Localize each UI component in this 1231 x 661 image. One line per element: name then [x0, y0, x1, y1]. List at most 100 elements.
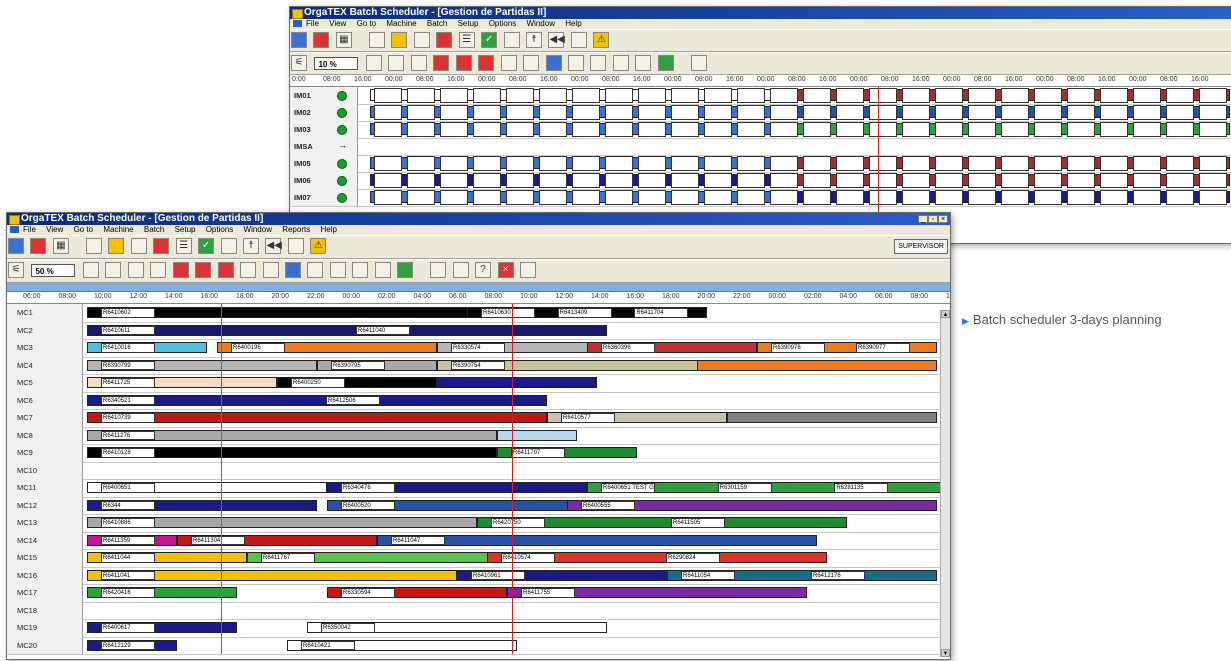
batch-item[interactable]: R6411707 [511, 448, 565, 458]
batch-item[interactable] [506, 105, 534, 120]
batch-item[interactable] [737, 105, 765, 120]
batch-item[interactable] [1166, 88, 1194, 103]
batch-item[interactable] [638, 156, 666, 171]
batch-item[interactable] [902, 122, 930, 137]
batch-item[interactable] [836, 156, 864, 171]
batch-item[interactable] [1100, 88, 1128, 103]
batch-item[interactable] [671, 88, 699, 103]
batch-item[interactable] [1133, 173, 1161, 188]
menu-machine[interactable]: Machine [103, 225, 133, 234]
batch-item[interactable] [1001, 156, 1029, 171]
batch-item[interactable] [968, 122, 996, 137]
batch-item[interactable] [1166, 156, 1194, 171]
batch-item[interactable] [968, 190, 996, 205]
batch-item[interactable] [1067, 156, 1095, 171]
batch-item[interactable]: R6390754 [451, 360, 505, 370]
batch-item[interactable] [1100, 122, 1128, 137]
batch-item[interactable] [374, 190, 402, 205]
batch-item[interactable]: R6411755 [521, 588, 575, 598]
batch-item[interactable] [1100, 105, 1128, 120]
batch-item[interactable] [407, 88, 435, 103]
batch-bar[interactable] [87, 324, 607, 336]
batch-item[interactable] [803, 173, 831, 188]
batch-item[interactable] [968, 88, 996, 103]
batch-item[interactable] [605, 156, 633, 171]
batch-item[interactable]: R6290824 [666, 553, 720, 563]
batch-item[interactable]: R6410630 [481, 308, 535, 318]
batch-item[interactable] [440, 88, 468, 103]
graph-icon[interactable] [217, 262, 234, 278]
batch-item[interactable] [506, 156, 534, 171]
menu-goto[interactable]: Go to [74, 225, 94, 234]
batch-item[interactable] [770, 88, 798, 103]
batch-item[interactable] [935, 156, 963, 171]
menu-options[interactable]: Options [206, 225, 234, 234]
check-icon[interactable]: ✓ [481, 32, 498, 48]
batch-item[interactable] [803, 105, 831, 120]
equals-icon[interactable] [452, 262, 469, 278]
batch-item[interactable] [638, 173, 666, 188]
batch-bar[interactable] [727, 412, 937, 423]
batch-item[interactable] [1133, 156, 1161, 171]
layout-icon[interactable] [590, 55, 607, 71]
batch-item[interactable]: R6400651 TEST GERARD [601, 483, 655, 493]
person-icon[interactable]: ☨ [242, 238, 259, 254]
batch-item[interactable] [1001, 190, 1029, 205]
batch-item[interactable] [836, 173, 864, 188]
batch-item[interactable] [935, 105, 963, 120]
batch-item[interactable]: R6281135 [834, 483, 889, 493]
batch-item[interactable] [506, 173, 534, 188]
move-icon[interactable] [433, 55, 450, 71]
scroll-up-icon[interactable]: ▲ [941, 310, 950, 318]
batch-item[interactable]: R6410611 [101, 325, 155, 335]
graph-icon[interactable] [478, 55, 495, 71]
batch-item[interactable] [407, 156, 435, 171]
batch-item[interactable] [440, 122, 468, 137]
close-button[interactable]: × [938, 215, 948, 223]
batch-item[interactable] [572, 105, 600, 120]
batch-item[interactable]: R6410016 [101, 343, 155, 353]
batch-item[interactable] [638, 190, 666, 205]
find-icon[interactable] [570, 32, 587, 48]
batch-item[interactable] [638, 122, 666, 137]
batch-item[interactable] [1100, 190, 1128, 205]
scroll-down-icon[interactable]: ▼ [941, 649, 950, 657]
binoculars-icon[interactable] [523, 55, 540, 71]
batch-item[interactable]: R6410421 [301, 640, 355, 650]
batch-item[interactable] [440, 190, 468, 205]
batch-item[interactable] [902, 156, 930, 171]
batch-item[interactable] [737, 122, 765, 137]
batch-item[interactable]: R6390976 [771, 343, 825, 353]
batch-bar[interactable] [697, 359, 937, 371]
open-icon[interactable] [391, 32, 408, 48]
batch-item[interactable] [440, 173, 468, 188]
batch-item[interactable] [572, 190, 600, 205]
batch-item[interactable] [704, 105, 732, 120]
batch-item[interactable] [1001, 105, 1029, 120]
batch-item[interactable] [1133, 105, 1161, 120]
batch-item[interactable] [935, 122, 963, 137]
batch-item[interactable]: R6420750 [491, 518, 545, 528]
batch-item[interactable]: R6400555 [581, 500, 635, 510]
batch-item[interactable] [473, 190, 501, 205]
split-icon[interactable] [410, 55, 427, 71]
batch-item[interactable] [539, 156, 567, 171]
report-icon[interactable] [240, 262, 257, 278]
menu-setup[interactable]: Setup [458, 19, 479, 28]
batch-item[interactable] [737, 88, 765, 103]
batch-item[interactable]: R6330594 [341, 588, 395, 598]
delete-icon[interactable]: × [497, 262, 514, 278]
check-icon[interactable]: ✓ [198, 238, 215, 254]
menu-batch[interactable]: Batch [427, 19, 447, 28]
warning-icon[interactable]: ⚠ [310, 238, 327, 254]
batch-item[interactable] [1034, 122, 1062, 137]
batch-item[interactable] [902, 105, 930, 120]
batch-item[interactable]: R6410739 [101, 413, 155, 423]
batch-item[interactable] [737, 190, 765, 205]
calendar-icon[interactable] [657, 55, 674, 71]
batch-item[interactable]: R6410961 [471, 570, 525, 580]
batch-item[interactable] [1133, 122, 1161, 137]
menu-view[interactable]: View [46, 225, 63, 234]
batch-item[interactable]: R6390795 [331, 360, 385, 370]
batch-item[interactable] [770, 105, 798, 120]
